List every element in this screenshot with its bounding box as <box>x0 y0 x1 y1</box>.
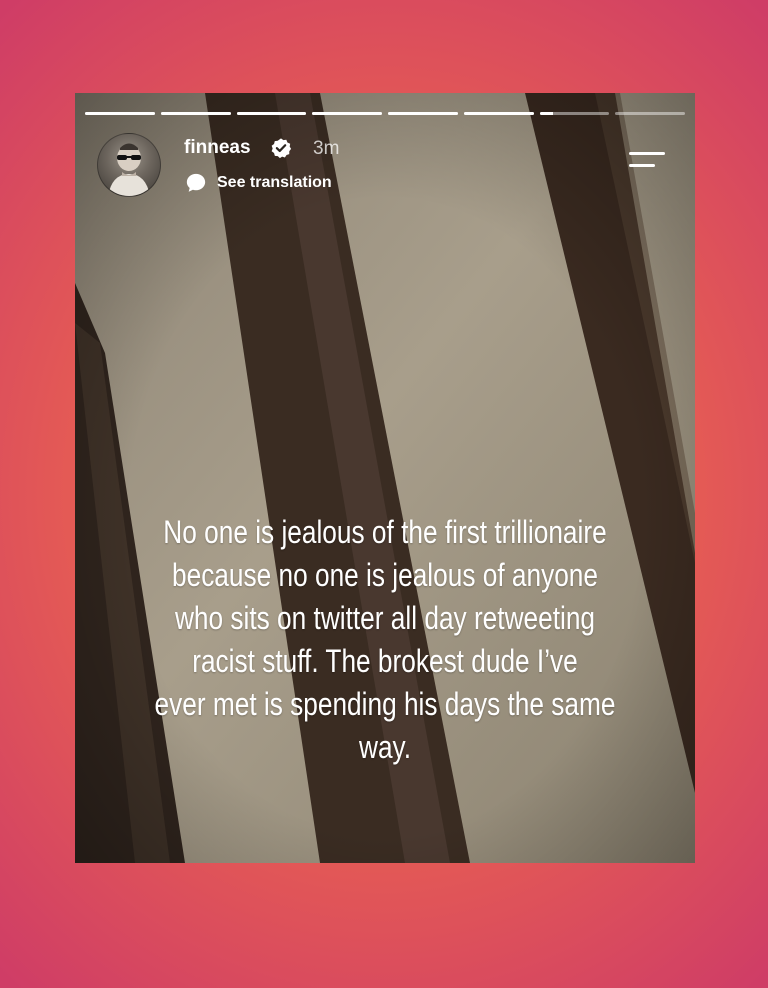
progress-segment <box>388 112 458 115</box>
caption-line: racist stuff. The brokest dude I’ve <box>192 643 578 679</box>
story-progress-bar <box>85 112 685 115</box>
progress-segment-fill <box>236 112 307 115</box>
progress-segment-fill <box>160 112 231 115</box>
progress-segment-fill <box>539 112 554 115</box>
post-time: 3m <box>313 138 340 159</box>
progress-segment <box>236 112 307 115</box>
progress-segment-fill <box>312 112 382 115</box>
see-translation-button[interactable]: See translation <box>185 172 332 194</box>
profile-avatar[interactable] <box>97 133 161 197</box>
caption-line: No one is jealous of the first trilliona… <box>163 514 607 550</box>
menu-icon[interactable] <box>628 151 668 175</box>
progress-segment-fill <box>388 112 458 115</box>
story-viewer[interactable]: finneas 3m See translation No one is jea… <box>75 93 695 863</box>
progress-segment <box>312 112 382 115</box>
username[interactable]: finneas <box>184 137 251 159</box>
progress-segment-fill <box>85 112 155 115</box>
verified-badge-icon <box>271 138 292 159</box>
caption-line: way. <box>358 729 411 765</box>
caption-line: who sits on twitter all day retweeting <box>174 600 596 636</box>
progress-segment <box>539 112 610 115</box>
caption-line: ever met is spending his days the same <box>154 686 616 722</box>
caption-line: because no one is jealous of anyone <box>172 557 598 593</box>
progress-segment <box>463 112 534 115</box>
progress-segment-fill <box>463 112 534 115</box>
progress-segment <box>85 112 155 115</box>
progress-segment <box>160 112 231 115</box>
chat-bubble-icon <box>186 173 206 192</box>
see-translation-label: See translation <box>217 174 332 191</box>
avatar-photo-icon <box>108 143 150 196</box>
progress-segment <box>615 112 685 115</box>
story-caption: No one is jealous of the first trilliona… <box>131 511 639 769</box>
